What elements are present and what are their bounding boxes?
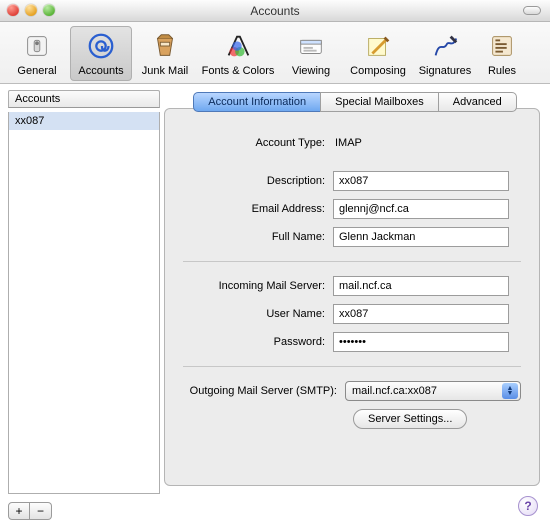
fullname-input[interactable] [333, 227, 509, 247]
at-icon [84, 29, 118, 63]
accounts-header[interactable]: Accounts [8, 90, 160, 108]
tab-advanced[interactable]: Advanced [438, 92, 517, 112]
accounts-list[interactable]: xx087 [8, 112, 160, 494]
toolbar-fonts[interactable]: Fonts & Colors [198, 26, 278, 81]
description-input[interactable] [333, 171, 509, 191]
toolbar-label: Rules [488, 65, 516, 77]
account-type-value: IMAP [333, 137, 362, 149]
viewing-icon [294, 29, 328, 63]
username-label: User Name: [183, 308, 333, 320]
description-label: Description: [183, 175, 333, 187]
toolbar-toggle-icon[interactable] [523, 6, 541, 15]
toolbar-rules[interactable]: Rules [478, 26, 526, 81]
detail-area: Account Information Special Mailboxes Ad… [160, 84, 550, 526]
password-label: Password: [183, 336, 333, 348]
incoming-label: Incoming Mail Server: [183, 280, 333, 292]
username-input[interactable] [333, 304, 509, 324]
toolbar-general[interactable]: General [6, 26, 68, 81]
smtp-label: Outgoing Mail Server (SMTP): [183, 385, 345, 397]
window-controls [7, 4, 55, 16]
toolbar: General Accounts Junk Mail Fonts & Color… [0, 22, 550, 84]
list-buttons: + − [8, 502, 160, 520]
list-item[interactable]: xx087 [9, 112, 159, 130]
signature-icon [428, 29, 462, 63]
dropdown-arrows-icon: ▲▼ [502, 383, 518, 399]
toolbar-viewing[interactable]: Viewing [280, 26, 342, 81]
rules-icon [485, 29, 519, 63]
tab-account-info[interactable]: Account Information [193, 92, 320, 112]
fullname-label: Full Name: [183, 231, 333, 243]
email-input[interactable] [333, 199, 509, 219]
toolbar-label: Viewing [292, 65, 330, 77]
help-button[interactable]: ? [518, 496, 538, 516]
remove-account-button[interactable]: − [30, 502, 52, 520]
fonts-icon [221, 29, 255, 63]
account-type-label: Account Type: [183, 137, 333, 149]
tab-bar: Account Information Special Mailboxes Ad… [160, 92, 550, 112]
toolbar-composing[interactable]: Composing [344, 26, 412, 81]
toolbar-label: Junk Mail [142, 65, 188, 77]
tab-special-mailbox[interactable]: Special Mailboxes [320, 92, 438, 112]
incoming-server-input[interactable] [333, 276, 509, 296]
password-input[interactable] [333, 332, 509, 352]
toolbar-label: General [17, 65, 56, 77]
junk-icon [148, 29, 182, 63]
compose-icon [361, 29, 395, 63]
server-settings-button[interactable]: Server Settings... [353, 409, 467, 429]
toolbar-label: Accounts [78, 65, 123, 77]
toolbar-junk[interactable]: Junk Mail [134, 26, 196, 81]
smtp-value: mail.ncf.ca:xx087 [352, 385, 437, 397]
toolbar-label: Signatures [419, 65, 472, 77]
toolbar-signatures[interactable]: Signatures [414, 26, 476, 81]
switch-icon [20, 29, 54, 63]
email-label: Email Address: [183, 203, 333, 215]
window-title: Accounts [250, 4, 299, 18]
add-account-button[interactable]: + [8, 502, 30, 520]
close-icon[interactable] [7, 4, 19, 16]
content-area: Accounts xx087 + − Account Information S… [0, 84, 550, 526]
titlebar: Accounts [0, 0, 550, 22]
sidebar: Accounts xx087 + − [0, 84, 160, 526]
minimize-icon[interactable] [25, 4, 37, 16]
settings-panel: Account Type: IMAP Description: Email Ad… [164, 108, 540, 486]
zoom-icon[interactable] [43, 4, 55, 16]
toolbar-label: Fonts & Colors [202, 65, 275, 77]
toolbar-label: Composing [350, 65, 406, 77]
toolbar-accounts[interactable]: Accounts [70, 26, 132, 81]
smtp-select[interactable]: mail.ncf.ca:xx087 ▲▼ [345, 381, 521, 401]
